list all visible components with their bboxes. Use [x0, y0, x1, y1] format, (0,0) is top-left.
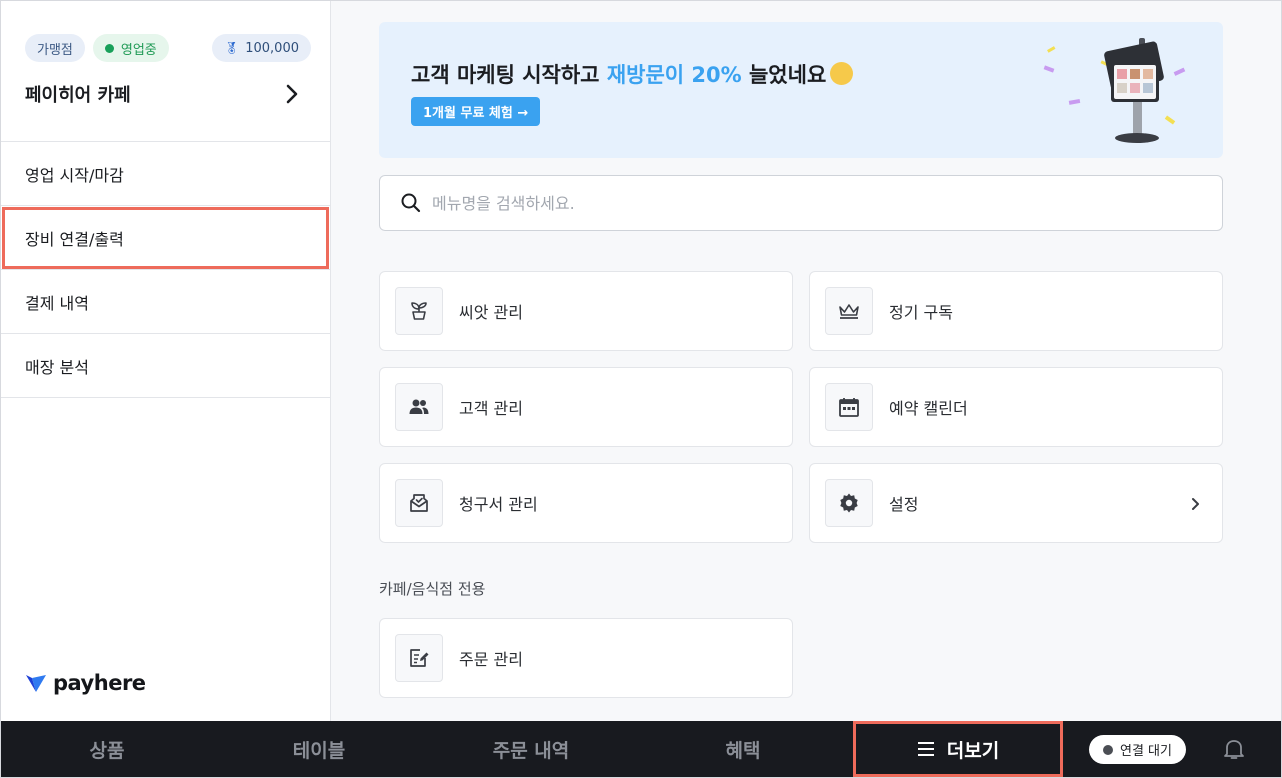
sprout-icon — [395, 287, 443, 335]
banner-title-suffix: 늘었네요 — [741, 63, 827, 87]
menu-card-label: 정기 구독 — [889, 303, 953, 322]
connection-status-button[interactable]: 연결 대기 — [1089, 735, 1186, 764]
sidebar-item-device-connection[interactable]: 장비 연결/출력 — [1, 206, 330, 270]
menu-card-label: 씨앗 관리 — [459, 303, 523, 322]
bottom-nav: 상품 테이블 주문 내역 혜택 더보기 연결 대기 — [1, 721, 1281, 777]
tab-more[interactable]: 더보기 — [853, 721, 1063, 777]
sidebar-item-label: 장비 연결/출력 — [25, 229, 124, 249]
menu-card-order-management[interactable]: 주문 관리 — [379, 618, 793, 698]
chevron-right-icon — [1192, 498, 1199, 510]
status-badge: 영업중 — [92, 34, 169, 62]
chevron-right-icon[interactable] — [283, 83, 301, 105]
pos-terminal-illustration — [1043, 38, 1186, 143]
status-dot-icon — [104, 43, 114, 53]
invoice-icon — [395, 479, 443, 527]
tab-benefits[interactable]: 혜택 — [637, 721, 849, 777]
sidebar-item-label: 매장 분석 — [25, 357, 89, 377]
store-name: 페이히어 카페 — [25, 85, 131, 106]
sidebar: 가맹점 영업중 🏅︎ 100,000 페이히어 카페 영업 시작/마감 장비 연… — [1, 1, 331, 721]
tab-label: 테이블 — [292, 739, 346, 762]
sidebar-item-business-open-close[interactable]: 영업 시작/마감 — [1, 142, 330, 206]
store-info[interactable]: 가맹점 영업중 🏅︎ 100,000 페이히어 카페 — [1, 1, 330, 142]
bell-icon[interactable] — [1223, 737, 1245, 761]
seed-balance-badge[interactable]: 🏅︎ 100,000 — [212, 34, 311, 62]
tab-label: 더보기 — [946, 739, 1000, 762]
menu-card-invoice-management[interactable]: 청구서 관리 — [379, 463, 793, 543]
tab-products[interactable]: 상품 — [1, 721, 213, 777]
search-icon — [401, 193, 421, 213]
menu-card-label: 설정 — [889, 495, 919, 514]
tab-label: 주문 내역 — [492, 739, 570, 762]
sidebar-item-label: 영업 시작/마감 — [25, 165, 124, 185]
main-content: 고객 마케팅 시작하고 재방문이 20% 늘었네요 1개월 무료 체험 → 메뉴… — [332, 1, 1280, 721]
tab-label: 상품 — [89, 739, 125, 762]
payhere-logo-icon — [26, 675, 46, 692]
logo-text: payhere — [53, 671, 146, 695]
menu-card-subscription[interactable]: 정기 구독 — [809, 271, 1223, 351]
connection-status-label: 연결 대기 — [1120, 744, 1172, 759]
tab-order-history[interactable]: 주문 내역 — [425, 721, 637, 777]
banner-title-highlight: 재방문이 20% — [606, 63, 742, 87]
sidebar-item-payment-history[interactable]: 결제 내역 — [1, 270, 330, 334]
calendar-icon — [825, 383, 873, 431]
section-title-cafe-restaurant: 카페/음식점 전용 — [379, 580, 486, 598]
medal-icon: 🏅︎ — [224, 41, 240, 55]
store-badges: 가맹점 영업중 — [25, 34, 169, 62]
banner-title: 고객 마케팅 시작하고 재방문이 20% 늘었네요 — [411, 59, 854, 89]
hamburger-menu-icon — [917, 742, 934, 756]
payhere-logo: payhere — [25, 671, 146, 695]
sidebar-item-label: 결제 내역 — [25, 293, 89, 313]
gear-icon — [825, 479, 873, 527]
crown-icon — [825, 287, 873, 335]
sidebar-item-store-analytics[interactable]: 매장 분석 — [1, 334, 330, 398]
menu-card-label: 고객 관리 — [459, 399, 523, 418]
menu-search-box[interactable] — [379, 175, 1223, 231]
connection-dot-icon — [1103, 744, 1113, 755]
seed-balance-value: 100,000 — [245, 40, 299, 56]
shush-emoji-icon — [830, 62, 854, 85]
menu-card-settings[interactable]: 설정 — [809, 463, 1223, 543]
people-icon — [395, 383, 443, 431]
search-input[interactable] — [432, 193, 1192, 213]
menu-card-reservation-calendar[interactable]: 예약 캘린더 — [809, 367, 1223, 447]
free-trial-button[interactable]: 1개월 무료 체험 → — [411, 97, 541, 126]
menu-card-label: 청구서 관리 — [459, 495, 538, 514]
menu-card-seed-management[interactable]: 씨앗 관리 — [379, 271, 793, 351]
store-type-badge: 가맹점 — [25, 34, 85, 62]
order-edit-icon — [395, 634, 443, 682]
tab-tables[interactable]: 테이블 — [213, 721, 425, 777]
menu-card-label: 예약 캘린더 — [889, 399, 968, 418]
menu-card-label: 주문 관리 — [459, 650, 523, 669]
promo-banner[interactable]: 고객 마케팅 시작하고 재방문이 20% 늘었네요 1개월 무료 체험 → — [379, 22, 1223, 158]
banner-title-prefix: 고객 마케팅 시작하고 — [411, 63, 607, 87]
tab-label: 혜택 — [725, 739, 761, 762]
status-badge-label: 영업중 — [120, 42, 157, 58]
menu-card-customer-management[interactable]: 고객 관리 — [379, 367, 793, 447]
